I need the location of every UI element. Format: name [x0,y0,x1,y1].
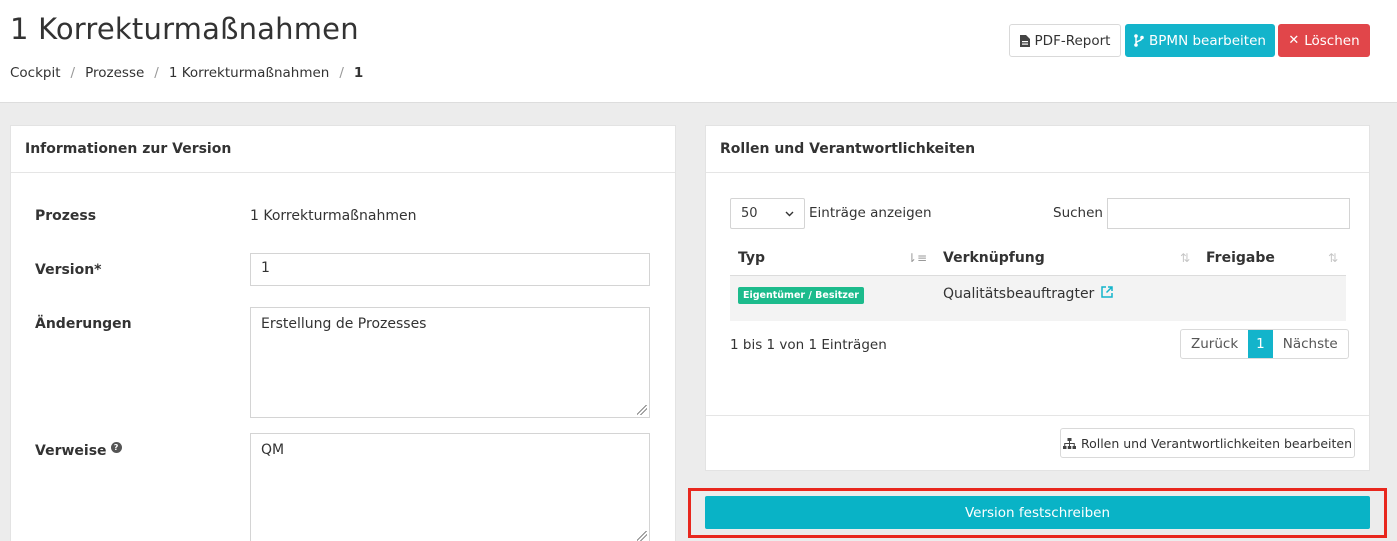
bpmn-edit-button[interactable]: BPMN bearbeiten [1125,24,1275,57]
delete-button[interactable]: ✕ Löschen [1278,24,1370,57]
edit-roles-button[interactable]: Rollen und Verantwortlichkeiten bearbeit… [1060,428,1355,458]
breadcrumb-current: 1 [353,65,364,81]
page-title: 1 Korrekturmaßnahmen [10,12,359,46]
sort-icon: ⇅ [1327,251,1338,265]
aenderungen-text: Erstellung de Prozesses [261,316,427,332]
breadcrumb-separator: / [339,65,344,81]
cell-typ: Eigentümer / Besitzer [730,276,935,321]
bpmn-edit-label: BPMN bearbeiten [1149,32,1266,49]
chevron-down-icon [785,211,794,216]
pagination: Zurück 1 Nächste [1180,329,1349,359]
sitemap-icon [1062,437,1076,449]
pagination-prev[interactable]: Zurück [1181,330,1248,358]
role-badge: Eigentümer / Besitzer [738,287,864,304]
pdf-report-button[interactable]: PDF-Report [1009,24,1121,57]
roles-panel-footer: Rollen und Verantwortlichkeiten bearbeit… [706,415,1369,470]
aenderungen-label: Änderungen [35,316,132,332]
page-length-value: 50 [741,206,758,221]
search-label: Suchen [1053,205,1103,221]
breadcrumb-prozesse[interactable]: Prozesse [85,65,144,81]
verweise-label-group: Verweise? [35,442,122,459]
column-typ-label: Typ [738,250,766,266]
question-circle-icon[interactable]: ? [110,442,122,453]
version-label: Version* [35,262,102,278]
column-typ[interactable]: Typ ⇂≡ [730,241,935,275]
breadcrumb-process[interactable]: 1 Korrekturmaßnahmen [169,65,330,81]
version-info-title: Informationen zur Version [11,126,675,173]
column-verknuepfung-label: Verknüpfung [943,250,1045,266]
pagination-current[interactable]: 1 [1248,330,1273,358]
sort-icon: ⇅ [1179,251,1190,265]
version-input[interactable]: 1 [250,253,650,286]
branch-icon [1134,34,1144,47]
close-icon: ✕ [1288,33,1300,48]
prozess-value: 1 Korrekturmaßnahmen [250,208,417,224]
breadcrumb-cockpit[interactable]: Cockpit [10,65,61,81]
verweise-textarea[interactable]: QM [250,433,650,541]
pdf-report-label: PDF-Report [1034,32,1111,49]
external-link-icon[interactable] [1097,286,1114,302]
table-row: Eigentümer / Besitzer Qualitätsbeauftrag… [730,276,1346,321]
breadcrumb: Cockpit / Prozesse / 1 Korrekturmaßnahme… [10,65,363,81]
version-info-panel: Informationen zur Version Prozess 1 Korr… [10,125,676,541]
verweise-label: Verweise [35,443,107,459]
column-verknuepfung[interactable]: Verknüpfung ⇅ [935,241,1198,275]
cell-freigabe [1198,276,1346,321]
commit-version-button[interactable]: Version festschreiben [705,496,1370,529]
roles-panel-title: Rollen und Verantwortlichkeiten [706,126,1369,173]
breadcrumb-separator: / [154,65,159,81]
table-header: Typ ⇂≡ Verknüpfung ⇅ Freigabe ⇅ [730,241,1346,276]
page-length-suffix: Einträge anzeigen [809,205,932,221]
aenderungen-textarea[interactable]: Erstellung de Prozesses [250,307,650,418]
resize-grip-icon[interactable] [637,531,647,541]
column-freigabe[interactable]: Freigabe ⇅ [1198,241,1346,275]
column-freigabe-label: Freigabe [1206,250,1275,266]
cell-verknuepfung: Qualitätsbeauftragter [935,276,1198,321]
resize-grip-icon[interactable] [637,405,647,415]
table-info: 1 bis 1 von 1 Einträgen [730,337,887,353]
breadcrumb-separator: / [70,65,76,81]
pagination-next[interactable]: Nächste [1273,330,1348,358]
verweise-text: QM [261,442,285,458]
sort-asc-icon: ⇂≡ [906,251,927,265]
roles-panel: Rollen und Verantwortlichkeiten 50 Eintr… [705,125,1370,471]
file-pdf-icon [1019,34,1030,47]
page-header: 1 Korrekturmaßnahmen Cockpit / Prozesse … [0,0,1397,103]
search-input[interactable] [1107,198,1350,229]
roles-table: Typ ⇂≡ Verknüpfung ⇅ Freigabe ⇅ Eigentüm… [730,241,1346,321]
delete-label: Löschen [1304,32,1360,49]
edit-roles-label: Rollen und Verantwortlichkeiten bearbeit… [1080,435,1353,451]
role-link[interactable]: Qualitätsbeauftragter [943,286,1094,302]
page-length-select[interactable]: 50 [730,198,805,229]
prozess-label: Prozess [35,208,97,224]
